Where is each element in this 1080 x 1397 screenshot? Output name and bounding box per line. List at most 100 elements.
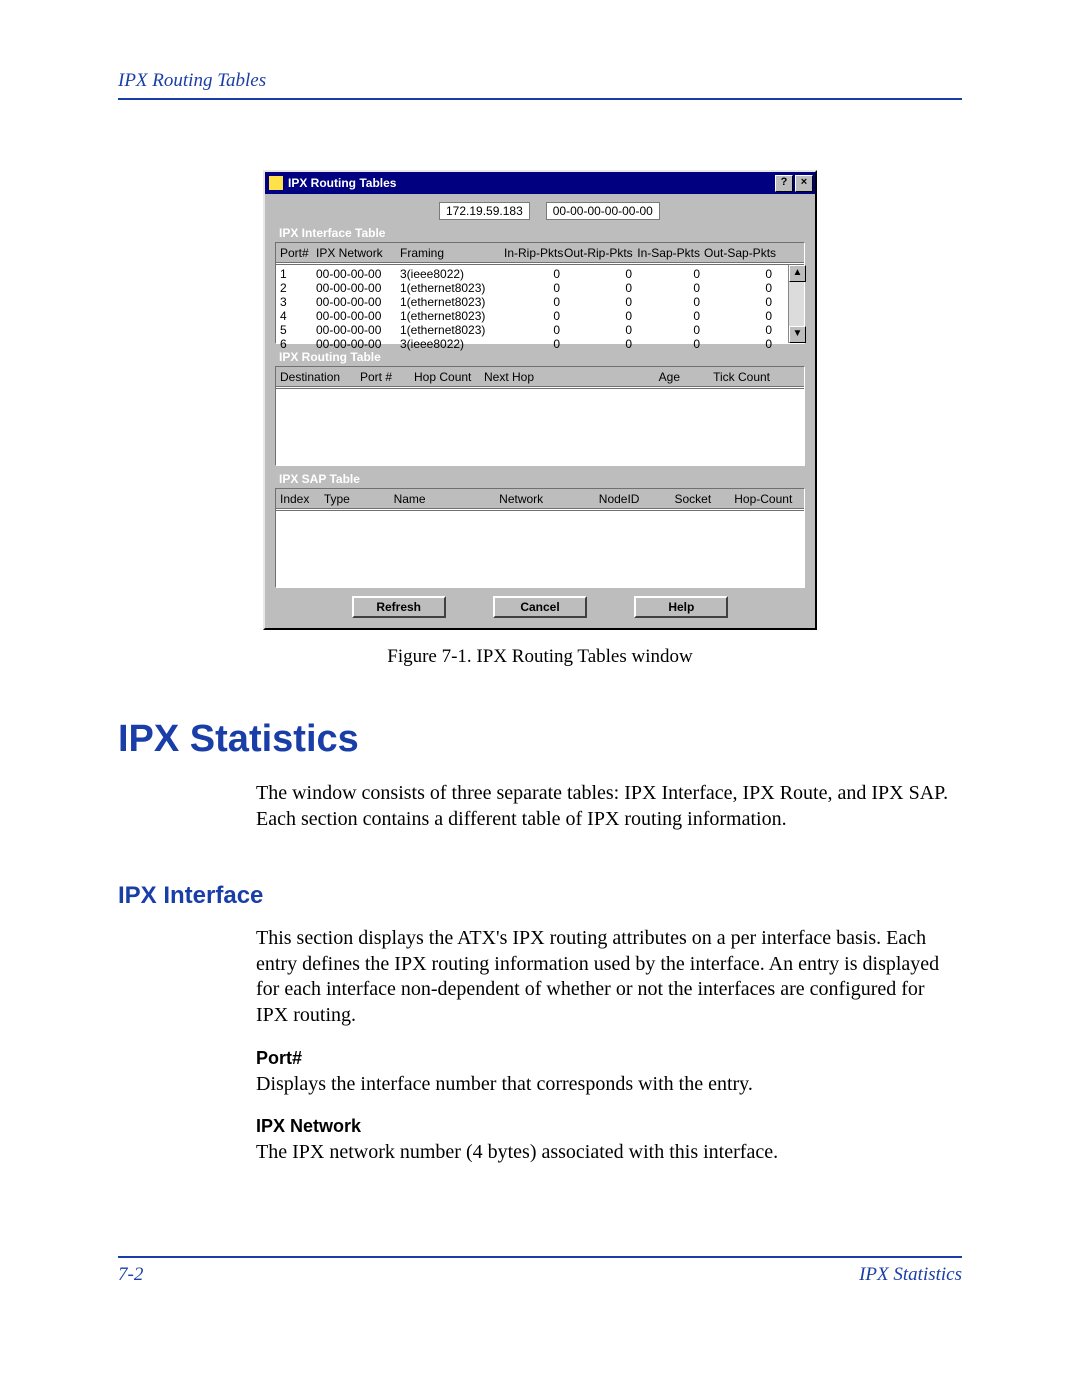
col-destination: Destination: [280, 370, 360, 384]
interface-header-row: Port# IPX Network Framing In-Rip-Pkts Ou…: [276, 243, 804, 264]
figure-container: IPX Routing Tables ? × 172.19.59.183 00-…: [90, 170, 990, 668]
cell: 0: [636, 295, 704, 309]
field-heading-port: Port#: [256, 1047, 950, 1070]
cell: 5: [280, 323, 316, 337]
ipx-interface-group: IPX Interface Table Port# IPX Network Fr…: [275, 226, 805, 344]
header-rule: [118, 98, 962, 100]
figure-caption: Figure 7-1. IPX Routing Tables window: [90, 646, 990, 668]
cell: 1(ethernet8023): [400, 281, 504, 295]
col-port: Port#: [280, 246, 316, 260]
cancel-button[interactable]: Cancel: [493, 596, 587, 618]
col-hopcount: Hop Count: [414, 370, 484, 384]
page-footer: 7-2 IPX Statistics: [118, 1256, 962, 1286]
app-icon: [269, 176, 283, 190]
cell: 0: [704, 309, 776, 323]
cell: 6: [280, 337, 316, 351]
col-framing: Framing: [400, 246, 504, 260]
cell: 0: [564, 295, 636, 309]
col-index: Index: [280, 492, 324, 506]
ip-address-field[interactable]: 172.19.59.183: [439, 202, 530, 220]
close-icon[interactable]: ×: [795, 175, 813, 192]
cell: 0: [504, 267, 564, 281]
cell: 00-00-00-00: [316, 323, 400, 337]
help-icon[interactable]: ?: [775, 175, 793, 192]
mac-address-field[interactable]: 00-00-00-00-00-00: [546, 202, 660, 220]
cell: 0: [704, 267, 776, 281]
cell: 0: [636, 267, 704, 281]
cell: 1(ethernet8023): [400, 295, 504, 309]
cell: 0: [564, 323, 636, 337]
address-row: 172.19.59.183 00-00-00-00-00-00: [439, 202, 805, 220]
cell: 0: [564, 281, 636, 295]
sap-rows: [276, 511, 804, 515]
cell: 1: [280, 267, 316, 281]
cell: 0: [504, 309, 564, 323]
table-row[interactable]: 300-00-00-001(ethernet8023)0000: [280, 295, 800, 309]
scroll-down-icon[interactable]: ▼: [789, 326, 806, 343]
field-body-ipx-network: The IPX network number (4 bytes) associa…: [256, 1140, 950, 1166]
cell: 0: [636, 337, 704, 351]
cell: 0: [636, 309, 704, 323]
titlebar: IPX Routing Tables ? ×: [265, 172, 815, 194]
cell: 00-00-00-00: [316, 337, 400, 351]
col-socket: Socket: [674, 492, 734, 506]
col-name: Name: [394, 492, 500, 506]
cell: 0: [636, 323, 704, 337]
scroll-up-icon[interactable]: ▲: [789, 265, 806, 282]
col-network: Network: [499, 492, 599, 506]
col-hopcount: Hop-Count: [734, 492, 800, 506]
cell: 0: [704, 323, 776, 337]
cell: 4: [280, 309, 316, 323]
cell: 3(ieee8022): [400, 337, 504, 351]
iface-paragraph: This section displays the ATX's IPX rout…: [256, 926, 950, 1028]
help-button[interactable]: Help: [634, 596, 728, 618]
intro-paragraph: The window consists of three separate ta…: [256, 781, 950, 832]
col-tick: Tick Count: [684, 370, 774, 384]
sap-header-row: Index Type Name Network NodeID Socket Ho…: [276, 489, 804, 510]
cell: 3: [280, 295, 316, 309]
col-inrip: In-Rip-Pkts: [504, 246, 564, 260]
table-row[interactable]: 100-00-00-003(ieee8022)0000: [280, 267, 800, 281]
cell: 2: [280, 281, 316, 295]
footer-title: IPX Statistics: [859, 1264, 962, 1286]
section-heading-ipx-statistics: IPX Statistics: [118, 718, 990, 761]
routing-rows: [276, 389, 804, 393]
cell: 1(ethernet8023): [400, 309, 504, 323]
cell: 00-00-00-00: [316, 309, 400, 323]
interface-rows: 100-00-00-003(ieee8022)0000200-00-00-001…: [276, 265, 804, 353]
col-ipxnet: IPX Network: [316, 246, 400, 260]
field-body-port: Displays the interface number that corre…: [256, 1072, 950, 1098]
button-row: Refresh Cancel Help: [275, 596, 805, 618]
cell: 1(ethernet8023): [400, 323, 504, 337]
cell: 0: [504, 323, 564, 337]
table-row[interactable]: 500-00-00-001(ethernet8023)0000: [280, 323, 800, 337]
page-number: 7-2: [118, 1264, 143, 1286]
col-type: Type: [324, 492, 394, 506]
ipx-routing-group: IPX Routing Table Destination Port # Hop…: [275, 350, 805, 466]
routing-header-row: Destination Port # Hop Count Next Hop Ag…: [276, 367, 804, 388]
cell: 0: [564, 337, 636, 351]
cell: 0: [504, 281, 564, 295]
ipx-routing-dialog: IPX Routing Tables ? × 172.19.59.183 00-…: [263, 170, 817, 630]
col-insap: In-Sap-Pkts: [636, 246, 704, 260]
col-portnum: Port #: [360, 370, 414, 384]
subsection-heading-ipx-interface: IPX Interface: [118, 882, 990, 910]
interface-scrollbar[interactable]: ▲ ▼: [788, 265, 804, 343]
col-outsap: Out-Sap-Pkts: [704, 246, 776, 260]
field-heading-ipx-network: IPX Network: [256, 1115, 950, 1138]
col-nodeid: NodeID: [599, 492, 675, 506]
cell: 0: [504, 295, 564, 309]
ipx-sap-label: IPX SAP Table: [279, 472, 805, 486]
cell: 00-00-00-00: [316, 281, 400, 295]
table-row[interactable]: 200-00-00-001(ethernet8023)0000: [280, 281, 800, 295]
cell: 00-00-00-00: [316, 295, 400, 309]
cell: 0: [704, 337, 776, 351]
table-row[interactable]: 600-00-00-003(ieee8022)0000: [280, 337, 800, 351]
col-nexthop: Next Hop: [484, 370, 614, 384]
cell: 0: [636, 281, 704, 295]
col-outrip: Out-Rip-Pkts: [564, 246, 636, 260]
table-row[interactable]: 400-00-00-001(ethernet8023)0000: [280, 309, 800, 323]
refresh-button[interactable]: Refresh: [352, 596, 446, 618]
window-title: IPX Routing Tables: [288, 176, 773, 190]
cell: 0: [704, 295, 776, 309]
